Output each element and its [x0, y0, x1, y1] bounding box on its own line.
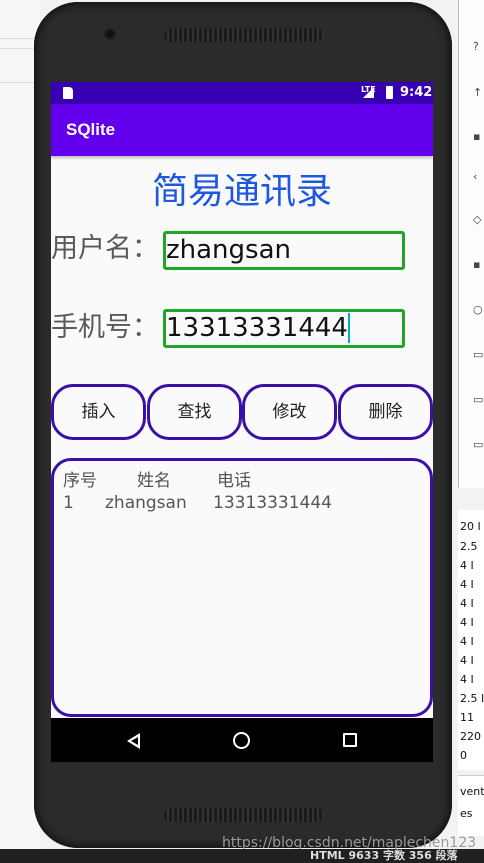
lte-label: LTE	[361, 85, 376, 94]
tool-icon: ↑	[473, 86, 483, 99]
insert-button[interactable]: 插入	[51, 384, 146, 440]
right-label: vent	[460, 786, 484, 798]
navigation-bar	[51, 718, 433, 762]
header-phone: 电话	[217, 471, 251, 491]
tool-icon: ▪	[473, 258, 481, 271]
right-number: 2.5 I	[460, 693, 484, 705]
row-name: zhangsan	[105, 493, 187, 513]
tool-icon: ?	[473, 40, 479, 53]
right-number: 220	[460, 731, 481, 743]
username-value: zhangsan	[166, 235, 291, 265]
status-bar: LTE 9:42	[51, 82, 433, 104]
status-time: 9:42	[400, 85, 433, 100]
phone-input[interactable]: 13313331444	[163, 309, 405, 348]
tool-icon: ○	[473, 303, 483, 316]
right-number: 11	[460, 712, 474, 724]
editor-status-bar: HTML 9633 字数 356 段落	[0, 849, 484, 863]
result-panel[interactable]: 序号 姓名 电话 1 zhangsan 13313331444	[51, 458, 433, 717]
background-right-toolbar: ? ↑ ▪ ‹ ◇ ▪ ○ ▭ ▭ ▭	[458, 0, 484, 488]
row-index: 1	[63, 493, 74, 513]
right-label: es	[460, 808, 473, 820]
header-index: 序号	[63, 471, 97, 491]
username-label: 用户名：	[51, 233, 159, 264]
right-number: 4 I	[460, 655, 474, 667]
top-speaker	[164, 28, 324, 42]
app-title: SQlite	[66, 120, 116, 139]
tool-icon: ▭	[473, 348, 484, 361]
home-icon[interactable]	[233, 732, 250, 749]
right-number: 0	[460, 750, 467, 762]
back-icon-inner	[131, 737, 138, 745]
front-camera	[106, 30, 114, 38]
background-right-bottom: vent es	[458, 775, 484, 836]
tool-icon: ▭	[473, 393, 484, 406]
tool-icon: ◇	[473, 213, 482, 226]
tool-icon: ▭	[473, 438, 484, 451]
tool-icon: ▪	[473, 130, 481, 143]
right-number: 4 I	[460, 617, 474, 629]
right-number: 4 I	[460, 636, 474, 648]
right-number: 4 I	[460, 674, 474, 686]
delete-button[interactable]: 删除	[338, 384, 433, 440]
right-number: 4 I	[460, 560, 474, 572]
phone-label: 手机号：	[51, 312, 159, 343]
row-phone: 13313331444	[213, 493, 332, 513]
right-number: 4 I	[460, 598, 474, 610]
sd-card-icon	[63, 87, 73, 99]
battery-icon	[386, 86, 393, 99]
phone-screen: LTE 9:42 SQlite 简易通讯录 用户名： zhangsan 手机号：…	[51, 82, 433, 762]
tool-icon: ‹	[473, 170, 478, 183]
phone-value: 13313331444	[166, 313, 348, 343]
right-number: 2.5	[460, 541, 478, 553]
bottom-speaker	[164, 808, 324, 822]
right-number: 4 I	[460, 579, 474, 591]
query-button[interactable]: 查找	[147, 384, 242, 440]
header-name: 姓名	[137, 471, 171, 491]
text-cursor	[347, 313, 350, 343]
right-number: 20 I	[460, 521, 481, 533]
editor-status-text: HTML 9633 字数 356 段落	[310, 849, 458, 862]
page-heading: 简易通讯录	[151, 171, 332, 212]
update-button[interactable]: 修改	[242, 384, 337, 440]
recent-apps-icon[interactable]	[343, 733, 357, 747]
username-input[interactable]: zhangsan	[163, 231, 405, 270]
app-bar: SQlite	[51, 104, 433, 156]
